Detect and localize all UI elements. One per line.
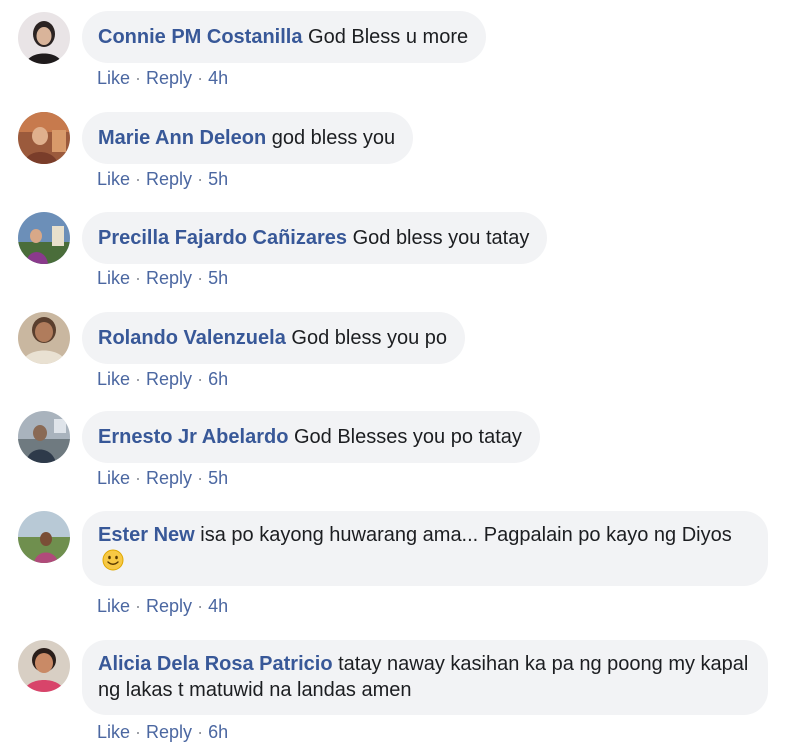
avatar[interactable] [18,12,70,64]
comment-text: God bless you tatay [352,227,530,249]
comment-bubble: Marie Ann Deleon god bless you [82,112,414,164]
comment-text: God bless you po [291,327,448,349]
like-link[interactable]: Like [97,268,130,288]
avatar[interactable] [18,511,70,563]
comment-actions: Like · Reply · 6h [97,721,228,743]
separator: · [197,169,204,189]
comment-timestamp[interactable]: 5h [208,169,228,189]
comment-timestamp[interactable]: 5h [208,268,228,288]
comment-bubble: Connie PM Costanilla God Bless u more [82,11,487,63]
like-link[interactable]: Like [97,169,130,189]
separator: · [135,369,142,389]
separator: · [135,722,142,742]
comment-actions: Like · Reply · 5h [97,467,228,489]
reply-link[interactable]: Reply [146,722,192,742]
profile-photo-icon [18,312,70,364]
slightly-smiling-face-icon [102,549,124,571]
profile-photo-icon [18,511,70,563]
reply-link[interactable]: Reply [146,169,192,189]
comment-author-link[interactable]: Rolando Valenzuela [98,327,286,349]
like-link[interactable]: Like [97,596,130,616]
reply-link[interactable]: Reply [146,596,192,616]
comment-actions: Like · Reply · 4h [97,595,228,617]
like-link[interactable]: Like [97,369,130,389]
comment-actions: Like · Reply · 5h [97,168,228,190]
separator: · [197,268,204,288]
profile-photo-icon [18,640,70,692]
like-link[interactable]: Like [97,722,130,742]
separator: · [197,369,204,389]
comment-author-link[interactable]: Ernesto Jr Abelardo [98,426,288,448]
comment-bubble: Precilla Fajardo Cañizares God bless you… [82,212,548,264]
comment-bubble: Ester New isa po kayong huwarang ama... … [82,511,768,586]
separator: · [135,596,142,616]
profile-photo-icon [18,112,70,164]
comment-bubble: Rolando Valenzuela God bless you po [82,312,466,364]
separator: · [197,68,204,88]
comment-actions: Like · Reply · 5h [97,267,228,289]
separator: · [135,268,142,288]
comment-author-link[interactable]: Marie Ann Deleon [98,127,266,149]
comment-bubble: Ernesto Jr Abelardo God Blesses you po t… [82,411,540,463]
comment-actions: Like · Reply · 6h [97,368,228,390]
separator: · [135,68,142,88]
comment-text: god bless you [271,127,396,149]
avatar[interactable] [18,212,70,264]
comment-timestamp[interactable]: 4h [208,68,228,88]
profile-photo-icon [18,12,70,64]
avatar[interactable] [18,312,70,364]
comment-timestamp[interactable]: 6h [208,722,228,742]
comment-author-link[interactable]: Precilla Fajardo Cañizares [98,227,347,249]
separator: · [197,596,204,616]
like-link[interactable]: Like [97,468,130,488]
comment-text: God Blesses you po tatay [293,426,522,448]
comment-actions: Like · Reply · 4h [97,67,228,89]
separator: · [135,468,142,488]
reply-link[interactable]: Reply [146,268,192,288]
comment-author-link[interactable]: Connie PM Costanilla [98,26,302,48]
comment-timestamp[interactable]: 6h [208,369,228,389]
profile-photo-icon [18,212,70,264]
separator: · [197,468,204,488]
comment-timestamp[interactable]: 4h [208,596,228,616]
comment-author-link[interactable]: Ester New [98,524,195,546]
comment-bubble: Alicia Dela Rosa Patricio tatay naway ka… [82,640,768,715]
profile-photo-icon [18,411,70,463]
comment-timestamp[interactable]: 5h [208,468,228,488]
comment-text: God Bless u more [308,26,469,48]
like-link[interactable]: Like [97,68,130,88]
reply-link[interactable]: Reply [146,369,192,389]
avatar[interactable] [18,640,70,692]
comment-text: isa po kayong huwarang ama... Pagpalain … [200,524,732,546]
avatar[interactable] [18,411,70,463]
avatar[interactable] [18,112,70,164]
reply-link[interactable]: Reply [146,68,192,88]
separator: · [197,722,204,742]
separator: · [135,169,142,189]
comment-author-link[interactable]: Alicia Dela Rosa Patricio [98,653,333,675]
reply-link[interactable]: Reply [146,468,192,488]
